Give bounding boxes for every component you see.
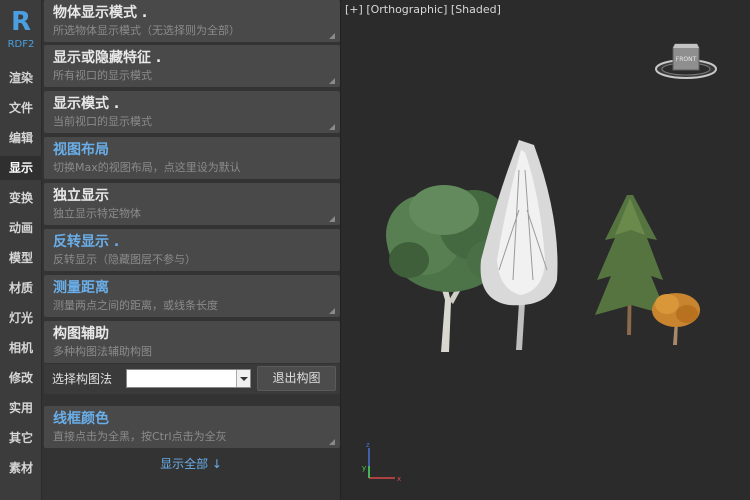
card-desc: 独立显示特定物体 — [53, 207, 141, 220]
card-title: 显示模式 . — [53, 96, 120, 112]
exit-composition-button[interactable]: 退出构图 — [257, 366, 336, 391]
expand-grip-icon — [329, 308, 335, 314]
nav-utility[interactable]: 实用 — [0, 396, 42, 420]
tool-panel: 物体显示模式 . 所选物体显示模式（无选择则为全部） 显示或隐藏特征 . 所有视… — [42, 0, 340, 500]
expand-grip-icon — [329, 439, 335, 445]
nav-model[interactable]: 模型 — [0, 246, 42, 270]
logo-letter: R — [10, 7, 32, 37]
app-version: RDF2 — [7, 39, 35, 50]
axis-gizmo-icon: z x y — [362, 441, 401, 483]
card-title: 视图布局 — [53, 142, 109, 158]
card-desc: 反转显示（隐藏图层不参与） — [53, 253, 196, 266]
nav-animation[interactable]: 动画 — [0, 216, 42, 240]
scene-trees — [386, 140, 700, 352]
card-title: 构图辅助 — [53, 326, 109, 342]
viewport-view-name[interactable]: [Orthographic] — [366, 3, 447, 16]
card-title: 独立显示 — [53, 188, 109, 204]
nav-light[interactable]: 灯光 — [0, 306, 42, 330]
expand-grip-icon — [329, 216, 335, 222]
viewcube-icon[interactable]: FRONT — [653, 36, 719, 82]
card-desc: 所有视口的显示模式 — [53, 69, 152, 82]
card-desc: 测量两点之间的距离，或线条长度 — [53, 299, 218, 312]
nav-modify[interactable]: 修改 — [0, 366, 42, 390]
nav-render[interactable]: 渲染 — [0, 66, 42, 90]
chevron-down-icon[interactable] — [236, 370, 250, 387]
card-invert-display[interactable]: 反转显示 . 反转显示（隐藏图层不参与） — [44, 229, 340, 271]
nav-file[interactable]: 文件 — [0, 96, 42, 120]
nav-transform[interactable]: 变换 — [0, 186, 42, 210]
card-isolate[interactable]: 独立显示 独立显示特定物体 — [44, 183, 340, 225]
axis-z-label: z — [366, 441, 370, 449]
nav-material[interactable]: 材质 — [0, 276, 42, 300]
card-object-display-mode[interactable]: 物体显示模式 . 所选物体显示模式（无选择则为全部） — [44, 0, 340, 42]
card-title: 测量距离 — [53, 280, 109, 296]
card-title: 线框颜色 — [53, 411, 109, 427]
card-show-hide-features[interactable]: 显示或隐藏特征 . 所有视口的显示模式 — [44, 45, 340, 87]
card-title: 物体显示模式 . — [53, 5, 148, 21]
expand-grip-icon — [329, 78, 335, 84]
show-all-button[interactable]: 显示全部 ↓ — [42, 455, 340, 472]
expand-grip-icon — [329, 124, 335, 130]
viewport-menu-plus[interactable]: [+] — [345, 3, 363, 16]
nav-camera[interactable]: 相机 — [0, 336, 42, 360]
card-desc: 切换Max的视图布局，点这里设为默认 — [53, 161, 241, 174]
card-title: 反转显示 . — [53, 234, 120, 250]
card-composition-aid[interactable]: 构图辅助 多种构图法辅助构图 — [44, 321, 340, 363]
composition-row: 选择构图法 退出构图 — [44, 364, 340, 394]
axis-y-label: y — [362, 464, 366, 472]
card-view-layout[interactable]: 视图布局 切换Max的视图布局，点这里设为默认 — [44, 137, 340, 179]
viewport-label: [+] [Orthographic] [Shaded] — [345, 3, 501, 16]
nav-edit[interactable]: 编辑 — [0, 126, 42, 150]
card-desc: 所选物体显示模式（无选择则为全部） — [53, 24, 240, 37]
white-tree-icon — [480, 140, 558, 350]
composition-label: 选择构图法 — [52, 372, 113, 386]
card-measure-distance[interactable]: 测量距离 测量两点之间的距离，或线条长度 — [44, 275, 340, 317]
viewport-shading[interactable]: [Shaded] — [451, 3, 501, 16]
card-desc: 多种构图法辅助构图 — [53, 345, 152, 358]
viewport[interactable]: [+] [Orthographic] [Shaded] FRONT z x y — [340, 0, 750, 500]
card-wireframe-color[interactable]: 线框颜色 直接点击为全黑，按Ctrl点击为全灰 — [44, 406, 340, 448]
nav-other[interactable]: 其它 — [0, 426, 42, 450]
viewcube-face-label: FRONT — [676, 56, 697, 63]
expand-grip-icon — [329, 33, 335, 39]
nav-display[interactable]: 显示 — [0, 156, 42, 180]
nav-assets[interactable]: 素材 — [0, 456, 42, 480]
axis-x-label: x — [397, 475, 401, 483]
card-display-mode[interactable]: 显示模式 . 当前视口的显示模式 — [44, 91, 340, 133]
app-logo: R RDF2 — [0, 6, 42, 60]
card-desc: 直接点击为全黑，按Ctrl点击为全灰 — [53, 430, 227, 443]
category-sidebar: R RDF2 渲染 文件 编辑 显示 变换 动画 模型 材质 灯光 相机 修改 … — [0, 0, 42, 500]
card-desc: 当前视口的显示模式 — [53, 115, 152, 128]
orange-tree-icon — [652, 293, 700, 345]
composition-select[interactable] — [126, 369, 251, 388]
card-title: 显示或隐藏特征 . — [53, 50, 162, 66]
